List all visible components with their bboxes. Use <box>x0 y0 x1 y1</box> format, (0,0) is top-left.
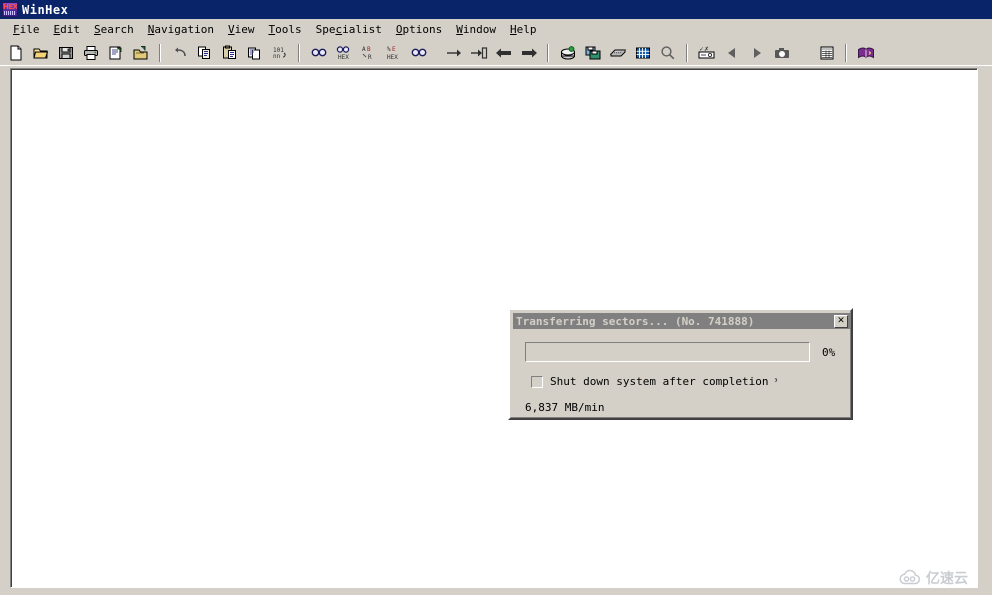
replace-text-icon[interactable]: A B R <box>357 42 380 64</box>
window-title: WinHex <box>22 2 69 17</box>
window-titlebar: HEX WinHex <box>0 0 992 19</box>
paste-icon[interactable] <box>218 42 241 64</box>
menu-item-edit[interactable]: Edit <box>47 21 88 38</box>
watermark: 亿速云 <box>897 568 968 588</box>
dialog-titlebar: Transferring sectors... (No. 741888) ✕ <box>513 313 850 329</box>
hex-icon: HEX <box>2 2 18 17</box>
svg-text:nn: nn <box>273 53 281 60</box>
camera-icon[interactable] <box>770 42 793 64</box>
find-hex-icon[interactable]: HEX <box>332 42 355 64</box>
back-icon[interactable] <box>492 42 515 64</box>
hex-convert-icon[interactable]: 101 nn <box>268 42 291 64</box>
toolbar: 101 nn HEX A B R % E HEX ✓✗ <box>0 40 992 66</box>
open-disk-icon[interactable] <box>129 42 152 64</box>
dialog-title: Transferring sectors... (No. 741888) <box>516 314 755 328</box>
svg-text:HEX: HEX <box>338 54 349 61</box>
shutdown-trailing-mark: ³ <box>773 377 779 386</box>
checksum-icon[interactable]: ✓✗ <box>695 42 718 64</box>
svg-text:E: E <box>392 46 396 53</box>
shutdown-checkbox-row[interactable]: Shut down system after completion ³ <box>531 375 778 388</box>
magnifier-icon[interactable] <box>656 42 679 64</box>
help-book-icon[interactable] <box>854 42 877 64</box>
find-text-icon[interactable] <box>307 42 330 64</box>
menu-item-options[interactable]: Options <box>389 21 449 38</box>
find-again-icon[interactable] <box>407 42 430 64</box>
svg-text:A: A <box>362 46 366 53</box>
properties-icon[interactable] <box>104 42 127 64</box>
svg-text:B: B <box>367 46 371 53</box>
open-folder-icon[interactable] <box>29 42 52 64</box>
goto-offset-icon[interactable] <box>467 42 490 64</box>
toolbar-separator <box>845 43 847 62</box>
menu-item-specialist[interactable]: Specialist <box>309 21 389 38</box>
shutdown-checkbox-label: Shut down system after completion <box>550 375 769 388</box>
undo-icon[interactable] <box>168 42 191 64</box>
svg-text:HEX: HEX <box>387 54 398 61</box>
data-grid-icon[interactable] <box>631 42 654 64</box>
new-file-icon[interactable] <box>4 42 27 64</box>
toolbar-separator <box>547 43 549 62</box>
disk-editor-icon[interactable] <box>556 42 579 64</box>
menu-item-file[interactable]: File <box>6 21 47 38</box>
menu-item-help[interactable]: Help <box>503 21 544 38</box>
progress-bar <box>525 342 810 362</box>
menu-item-search[interactable]: Search <box>87 21 141 38</box>
transfer-progress-dialog: Transferring sectors... (No. 741888) ✕ 0… <box>508 308 853 420</box>
close-icon[interactable]: ✕ <box>834 314 848 328</box>
svg-text:R: R <box>368 54 372 61</box>
progress-percent-label: 0% <box>822 345 836 359</box>
save-icon[interactable] <box>54 42 77 64</box>
replace-hex-icon[interactable]: % E HEX <box>382 42 405 64</box>
progress-row: 0% <box>525 341 845 363</box>
prev-icon[interactable] <box>720 42 743 64</box>
goto-icon[interactable] <box>442 42 465 64</box>
toolbar-separator <box>686 43 688 62</box>
copy-icon[interactable] <box>193 42 216 64</box>
winhex-window: HEX WinHex File Edit Search Navigation V… <box>0 0 992 595</box>
watermark-text: 亿速云 <box>926 571 968 587</box>
disk-backup-icon[interactable] <box>581 42 604 64</box>
ram-editor-icon[interactable] <box>606 42 629 64</box>
print-icon[interactable] <box>79 42 102 64</box>
cloud-icon <box>899 569 921 585</box>
next-icon[interactable] <box>745 42 768 64</box>
transfer-speed-label: 6,837 MB/min <box>525 401 605 414</box>
svg-text:%: % <box>387 46 391 53</box>
clipboard-icon[interactable] <box>243 42 266 64</box>
toolbar-separator <box>159 43 161 62</box>
menu-item-navigation[interactable]: Navigation <box>141 21 221 38</box>
toolbar-separator <box>298 43 300 62</box>
menu-item-view[interactable]: View <box>221 21 262 38</box>
forward-icon[interactable] <box>517 42 540 64</box>
menu-item-window[interactable]: Window <box>449 21 503 38</box>
shutdown-checkbox[interactable] <box>531 375 543 388</box>
report-table-icon[interactable] <box>815 42 838 64</box>
menu-item-tools[interactable]: Tools <box>261 21 308 38</box>
menubar: File Edit Search Navigation View Tools S… <box>0 19 992 40</box>
